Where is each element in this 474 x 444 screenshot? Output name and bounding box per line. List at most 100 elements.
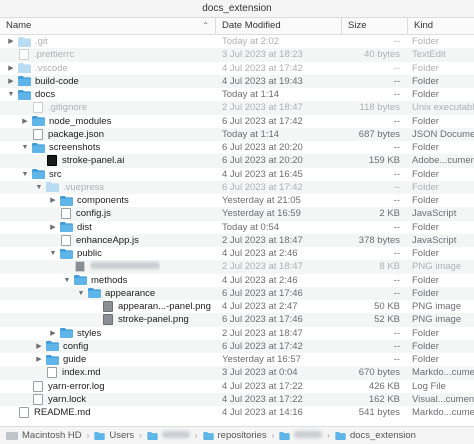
file-name: yarn.lock [48,393,87,405]
kind-cell: Folder [412,248,439,259]
name-cell: ▶ .vscode [0,62,216,75]
date-cell: 2 Jul 2023 at 18:47 [222,261,303,273]
disclosure-right-icon[interactable]: ▶ [6,76,16,86]
disclosure-down-icon[interactable]: ▼ [76,288,86,298]
kind-cell: Folder [412,168,439,180]
size-cell: 50 KB [374,301,400,312]
path-segment[interactable]: Macintosh HD [6,430,82,441]
disclosure-down-icon[interactable]: ▼ [20,143,30,153]
disclosure-right-icon[interactable]: ▶ [6,37,16,47]
folder-icon [30,142,49,153]
path-segment[interactable] [147,430,190,441]
folder-icon [44,182,63,193]
path-separator-icon: › [194,431,198,440]
document-icon [58,234,76,246]
file-row[interactable]: ▼ docs Today at 1:14 -- Folder [0,88,474,101]
disclosure-down-icon[interactable]: ▼ [62,275,72,285]
file-row[interactable]: ▶index.md 3 Jul 2023 at 0:04 670 bytes Mark… [0,366,474,380]
date-cell: 6 Jul 2023 at 17:42 [222,340,303,352]
file-row[interactable]: ▶ .vscode 4 Jul 2023 at 17:42 -- Folder [0,62,474,75]
file-row[interactable]: ▶yarn.lock 4 Jul 2023 at 17:22 162 KB Visua… [0,392,474,406]
file-row[interactable]: ▼ screenshots 6 Jul 2023 at 20:20 -- Folder [0,141,474,154]
file-row[interactable]: ▶stroke-panel.ai 6 Jul 2023 at 20:20 159 K… [0,154,474,168]
folder-icon [279,431,294,440]
column-size-header[interactable]: Size [342,18,408,34]
column-kind-header[interactable]: Kind [408,18,474,34]
file-row[interactable]: ▶ styles 2 Jul 2023 at 18:47 -- Folder [0,327,474,340]
file-row[interactable]: ▶ dist Today at 0:54 -- Folder [0,221,474,234]
name-cell: ▼ public [0,247,216,260]
file-row[interactable]: ▶ build-code 4 Jul 2023 at 19:43 -- Folder [0,74,474,88]
size-cell: 40 bytes [364,49,400,61]
folder-icon [202,431,218,440]
path-segment[interactable] [279,430,323,441]
file-name: stroke-panel.png [118,314,189,326]
disclosure-right-icon[interactable]: ▶ [20,116,30,126]
file-name: .git [35,36,48,47]
file-row[interactable]: ▼ appearance 6 Jul 2023 at 17:46 -- Folder [0,286,474,300]
name-cell: ▶ node_modules [0,115,216,128]
file-name: .prettierrc [34,49,75,61]
file-row[interactable]: ▶ .git Today at 2:02 -- Folder [0,35,474,48]
size-cell: -- [393,115,400,127]
document-icon [30,393,48,405]
file-row[interactable]: ▶.prettierrc 3 Jul 2023 at 18:23 40 bytes T… [0,48,474,62]
file-row[interactable]: ▶config.js Yesterday at 16:59 2 KB JavaScri… [0,207,474,221]
file-row[interactable]: ▶stroke-panel.png 6 Jul 2023 at 17:46 52 K… [0,313,474,327]
name-cell: ▼ docs [0,88,216,101]
size-cell: -- [393,89,400,100]
file-row[interactable]: ▶ node_modules 6 Jul 2023 at 17:42 -- Folder [0,115,474,128]
disclosure-down-icon[interactable]: ▼ [48,249,58,259]
size-cell: 426 KB [368,380,400,392]
disclosure-right-icon[interactable]: ▶ [48,328,58,338]
file-name: appearance [105,287,156,299]
size-cell: -- [393,274,400,286]
path-segment[interactable]: docs_extension [335,430,416,441]
file-name: config.js [76,208,111,220]
kind-cell: TextEdit [412,49,446,61]
file-name: .vscode [35,62,68,74]
file-row[interactable]: ▶ 2 Jul 2023 at 18:47 8 KB PNG image [0,260,474,274]
disclosure-right-icon[interactable]: ▶ [48,196,58,206]
file-row[interactable]: ▶ components Yesterday at 21:05 -- Folder [0,194,474,207]
file-row[interactable]: ▶yarn-error.log 4 Jul 2023 at 17:22 426 KB… [0,380,474,393]
disclosure-down-icon[interactable]: ▼ [6,90,16,100]
disclosure-down-icon[interactable]: ▼ [20,169,30,179]
disclosure-right-icon[interactable]: ▶ [34,341,44,351]
folder-icon [44,354,63,365]
file-row[interactable]: ▶ config 6 Jul 2023 at 17:42 -- Folder [0,339,474,353]
file-row[interactable]: ▶package.json Today at 1:14 687 bytes JSON … [0,127,474,141]
column-date-header[interactable]: Date Modified [216,18,342,34]
kind-cell: Folder [412,274,439,286]
redacted-name [90,262,160,270]
name-cell: ▶yarn.lock [0,393,216,406]
file-row[interactable]: ▶appearan...-panel.png 4 Jul 2023 at 2:47… [0,300,474,313]
file-name: components [77,195,129,206]
disclosure-down-icon[interactable]: ▼ [34,182,44,192]
name-cell: ▶package.json [0,128,216,141]
disclosure-right-icon[interactable]: ▶ [6,63,16,73]
path-segment[interactable]: repositories [202,430,267,441]
name-cell: ▶ guide [0,353,216,366]
kind-cell: Folder [412,340,439,352]
file-row[interactable]: ▼ .vuepress 6 Jul 2023 at 17:42 -- Folder [0,180,474,194]
file-row[interactable]: ▶enhanceApp.js 2 Jul 2023 at 18:47 378 byt… [0,233,474,247]
date-cell: 2 Jul 2023 at 18:47 [222,327,303,339]
date-cell: Today at 1:14 [222,128,280,140]
file-row[interactable]: ▶.gitignore 2 Jul 2023 at 18:47 118 bytes U… [0,101,474,115]
file-name: index.md [62,367,101,379]
path-segment[interactable]: Users [94,430,134,441]
path-segment-label [294,430,323,441]
file-row[interactable]: ▶README.md 4 Jul 2023 at 14:16 541 bytes Ma… [0,406,474,419]
file-row[interactable]: ▼ methods 4 Jul 2023 at 2:46 -- Folder [0,274,474,287]
size-cell: -- [393,75,400,87]
disclosure-right-icon[interactable]: ▶ [48,222,58,232]
disclosure-right-icon[interactable]: ▶ [34,355,44,365]
document-icon [58,208,76,220]
file-row[interactable]: ▶ guide Yesterday at 16:57 -- Folder [0,353,474,366]
column-name-header[interactable]: Name ⌃ [0,18,216,34]
kind-cell: Unix executable [412,102,474,114]
file-row[interactable]: ▼ src 4 Jul 2023 at 16:45 -- Folder [0,168,474,181]
date-cell: 6 Jul 2023 at 17:42 [222,181,303,193]
file-row[interactable]: ▼ public 4 Jul 2023 at 2:46 -- Folder [0,247,474,260]
